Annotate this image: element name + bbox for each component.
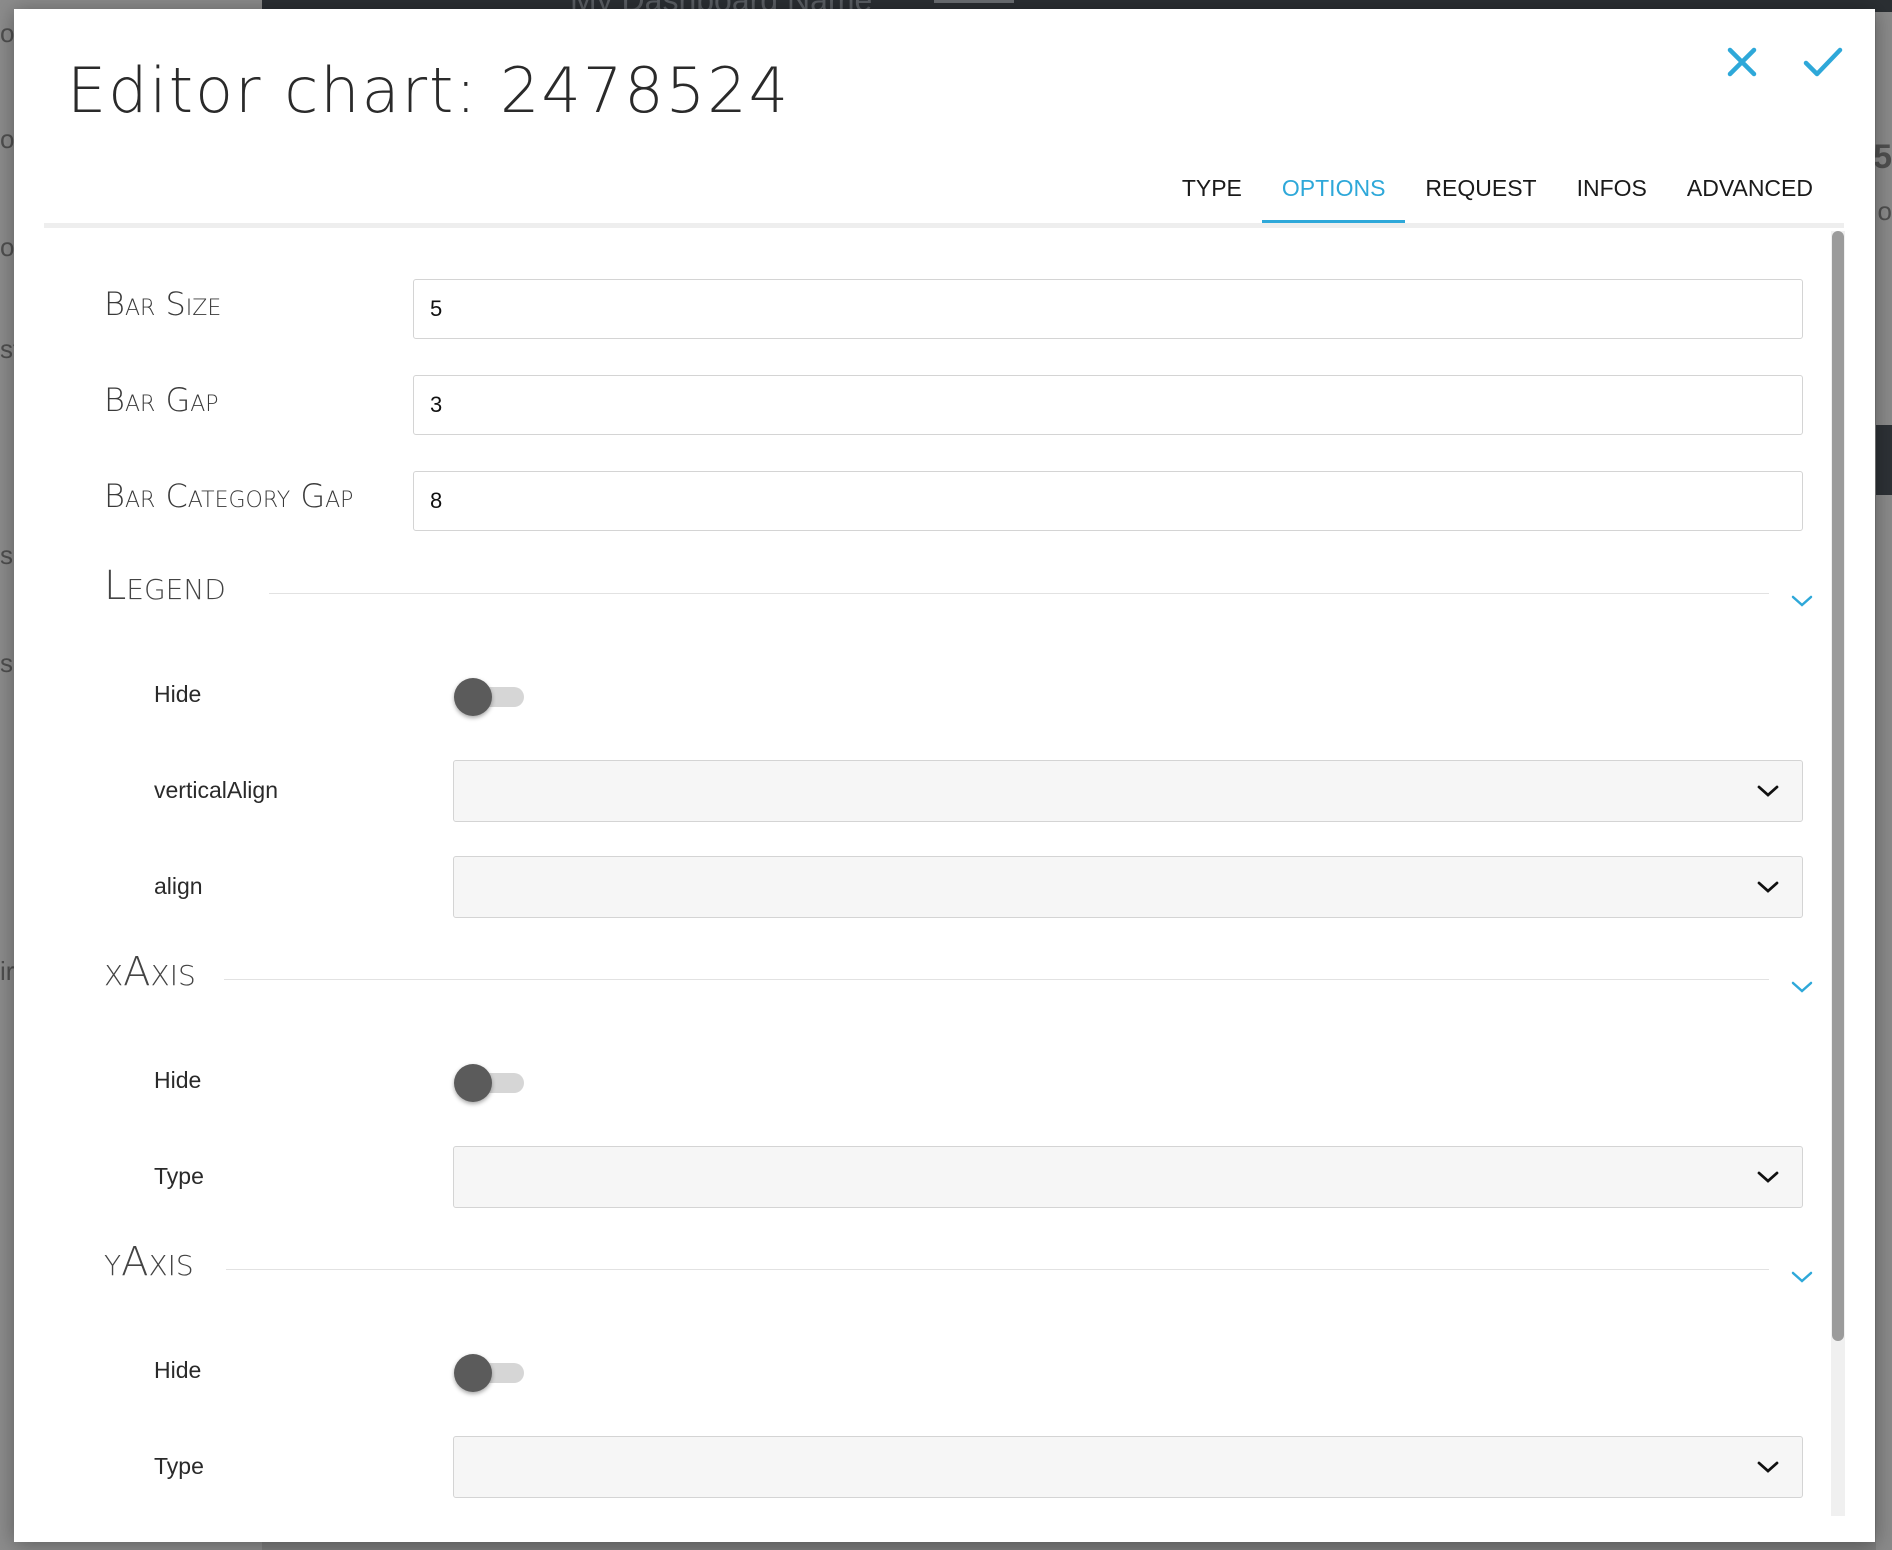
legend-align-label: align bbox=[154, 873, 203, 899]
xaxis-type-select[interactable] bbox=[453, 1146, 1803, 1208]
yaxis-section-title: yAxis bbox=[104, 1239, 194, 1285]
close-button[interactable] bbox=[1717, 37, 1767, 87]
background-text-fragment: 5 bbox=[1873, 138, 1892, 176]
yaxis-hide-label: Hide bbox=[154, 1357, 202, 1383]
background-right-band bbox=[1876, 425, 1892, 495]
tab-advanced[interactable]: ADVANCED bbox=[1667, 157, 1833, 224]
editor-tabs: TYPE OPTIONS REQUEST INFOS ADVANCED bbox=[1162, 157, 1833, 224]
chevron-down-icon bbox=[1757, 1461, 1779, 1473]
background-tab-indicator bbox=[934, 0, 1014, 3]
background-text-fragment: o bbox=[0, 124, 15, 154]
yaxis-type-label: Type bbox=[154, 1453, 204, 1479]
background-right-panel bbox=[1876, 12, 1892, 1550]
toggle-knob bbox=[454, 678, 492, 716]
legend-vertical-align-select[interactable] bbox=[453, 760, 1803, 822]
bar-gap-input[interactable] bbox=[413, 375, 1803, 435]
section-divider bbox=[269, 593, 1769, 594]
bar-category-gap-label: Bar Category Gap bbox=[104, 477, 354, 515]
xaxis-hide-toggle[interactable] bbox=[454, 1064, 524, 1102]
toggle-knob bbox=[454, 1064, 492, 1102]
options-panel: Bar Size Bar Gap Bar Category Gap Legend… bbox=[44, 229, 1830, 1519]
chevron-down-icon bbox=[1757, 881, 1779, 893]
yaxis-type-select[interactable] bbox=[453, 1436, 1803, 1498]
background-text-fragment: s bbox=[0, 540, 13, 570]
section-divider bbox=[226, 1269, 1769, 1270]
bar-category-gap-input[interactable] bbox=[413, 471, 1803, 531]
section-divider bbox=[224, 979, 1769, 980]
xaxis-section-title: xAxis bbox=[104, 949, 196, 995]
legend-vertical-align-label: verticalAlign bbox=[154, 777, 278, 803]
modal-title: Editor chart: 2478524 bbox=[67, 54, 791, 127]
background-text-fragment: s bbox=[0, 648, 13, 678]
chevron-down-icon bbox=[1757, 1171, 1779, 1183]
chart-editor-modal: Editor chart: 2478524 TYPE OPTIONS REQUE… bbox=[14, 9, 1875, 1542]
close-icon bbox=[1727, 47, 1757, 77]
legend-hide-toggle[interactable] bbox=[454, 678, 524, 716]
confirm-button[interactable] bbox=[1798, 37, 1848, 87]
background-text-fragment: o bbox=[1877, 196, 1892, 226]
tab-request[interactable]: REQUEST bbox=[1405, 157, 1556, 224]
chevron-down-icon bbox=[1757, 785, 1779, 797]
tabs-divider bbox=[44, 223, 1844, 228]
xaxis-type-label: Type bbox=[154, 1163, 204, 1189]
bar-size-input[interactable] bbox=[413, 279, 1803, 339]
legend-section-title: Legend bbox=[104, 563, 226, 609]
yaxis-hide-toggle[interactable] bbox=[454, 1354, 524, 1392]
bar-gap-label: Bar Gap bbox=[104, 381, 219, 419]
chevron-down-icon[interactable] bbox=[1789, 592, 1815, 610]
background-text-fragment: ir bbox=[0, 956, 15, 986]
toggle-knob bbox=[454, 1354, 492, 1392]
legend-align-select[interactable] bbox=[453, 856, 1803, 918]
scrollbar-thumb[interactable] bbox=[1832, 231, 1844, 1341]
tab-options[interactable]: OPTIONS bbox=[1261, 157, 1406, 224]
tab-type[interactable]: TYPE bbox=[1162, 157, 1262, 224]
xaxis-hide-label: Hide bbox=[154, 1067, 202, 1093]
tab-infos[interactable]: INFOS bbox=[1557, 157, 1667, 224]
background-text-fragment: o bbox=[0, 232, 15, 262]
legend-hide-label: Hide bbox=[154, 681, 202, 707]
background-text-fragment: o bbox=[0, 18, 15, 48]
chevron-down-icon[interactable] bbox=[1789, 978, 1815, 996]
bar-size-label: Bar Size bbox=[104, 285, 222, 323]
chevron-down-icon[interactable] bbox=[1789, 1268, 1815, 1286]
check-icon bbox=[1803, 47, 1843, 77]
